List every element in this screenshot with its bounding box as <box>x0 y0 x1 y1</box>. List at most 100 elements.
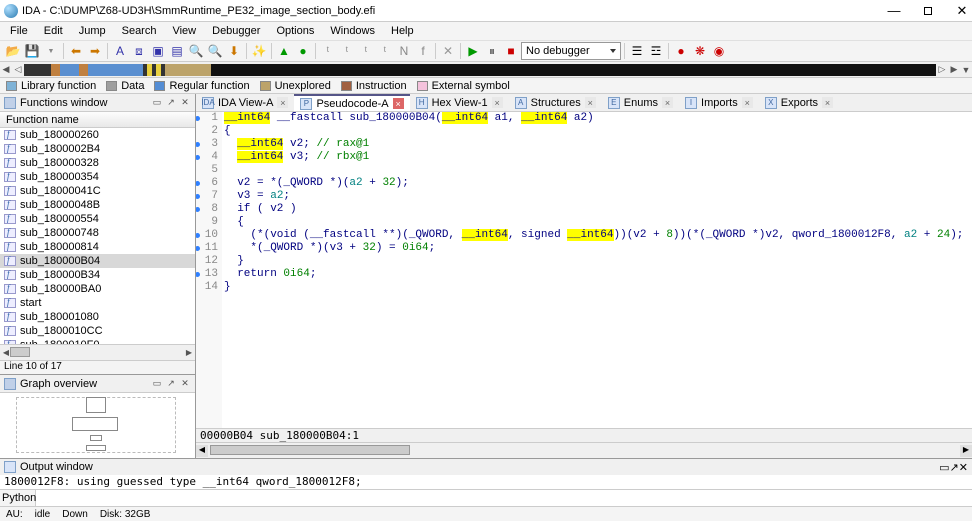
function-item[interactable]: sub_180000BA0 <box>0 282 195 296</box>
panel-close-icon[interactable]: ✕ <box>179 97 191 109</box>
code-line[interactable]: *(_QWORD *)(v3 + 32) = 0i64; <box>224 242 972 255</box>
panel-close-icon[interactable]: ✕ <box>179 378 191 390</box>
dropdown-toggle-icon[interactable]: ▼ <box>42 42 60 60</box>
forward-icon[interactable]: ➡ <box>86 42 104 60</box>
function-item[interactable]: sub_180000748 <box>0 226 195 240</box>
function-item[interactable]: sub_180000328 <box>0 156 195 170</box>
function-item[interactable]: sub_180000B34 <box>0 268 195 282</box>
function-item[interactable]: sub_180001080 <box>0 310 195 324</box>
panel-restore-icon[interactable]: ▭ <box>151 97 163 109</box>
code-line[interactable]: { <box>224 216 972 229</box>
code-line[interactable]: return 0i64; <box>224 268 972 281</box>
code-line[interactable]: } <box>224 255 972 268</box>
menu-debugger[interactable]: Debugger <box>206 24 266 38</box>
code-line[interactable]: __int64 v2; // rax@1 <box>224 138 972 151</box>
menu-search[interactable]: Search <box>116 24 163 38</box>
panel-popout-icon[interactable]: ↗ <box>165 378 177 390</box>
code-line[interactable]: v2 = *(_QWORD *)(a2 + 32); <box>224 177 972 190</box>
bp2-icon[interactable]: ❋ <box>691 42 709 60</box>
cfg1-icon[interactable]: ☰ <box>628 42 646 60</box>
code-line[interactable]: v3 = a2; <box>224 190 972 203</box>
play-icon[interactable]: ● <box>294 42 312 60</box>
menu-view[interactable]: View <box>166 24 202 38</box>
panel-popout-icon[interactable]: ↗ <box>165 97 177 109</box>
tab-close-icon[interactable]: × <box>585 97 596 108</box>
text-a-icon[interactable]: ᵗ <box>319 42 337 60</box>
menu-file[interactable]: File <box>4 24 34 38</box>
search2-icon[interactable]: 🔍 <box>206 42 224 60</box>
panel-restore-icon[interactable]: ▭ <box>939 461 949 474</box>
code-area[interactable]: __int64 __fastcall sub_180000B04(__int64… <box>222 112 972 428</box>
wand-icon[interactable]: ✨ <box>250 42 268 60</box>
cfg2-icon[interactable]: ☲ <box>647 42 665 60</box>
functions-hscroll[interactable]: ◀ ▶ <box>0 344 195 360</box>
nav-strip[interactable] <box>24 64 936 76</box>
back-icon[interactable]: ⬅ <box>67 42 85 60</box>
nav-menu-icon[interactable]: ▼ <box>960 65 972 75</box>
binary-icon[interactable]: ⧈ <box>130 42 148 60</box>
nav-left-icon[interactable]: ◀ <box>0 64 12 75</box>
python-input[interactable] <box>36 490 972 506</box>
tab-close-icon[interactable]: × <box>742 97 753 108</box>
function-item[interactable]: sub_180000354 <box>0 170 195 184</box>
panel-close-icon[interactable]: ✕ <box>959 461 968 474</box>
panel-popout-icon[interactable]: ↗ <box>950 461 959 474</box>
debug-stop-icon[interactable]: ■ <box>502 42 520 60</box>
text-e-icon[interactable]: N <box>395 42 413 60</box>
debug-play-icon[interactable]: ▶ <box>464 42 482 60</box>
open-icon[interactable]: 📂 <box>4 42 22 60</box>
nav-right2-icon[interactable]: ▶ <box>948 64 960 75</box>
text-f-icon[interactable]: f <box>414 42 432 60</box>
menu-options[interactable]: Options <box>270 24 320 38</box>
code-line[interactable]: if ( v2 ) <box>224 203 972 216</box>
output-text[interactable]: 1800012F8: using guessed type __int64 qw… <box>0 475 972 489</box>
function-item[interactable]: sub_18000048B <box>0 198 195 212</box>
tab-close-icon[interactable]: × <box>822 97 833 108</box>
function-item[interactable]: sub_180000B04 <box>0 254 195 268</box>
function-item[interactable]: sub_180000260 <box>0 128 195 142</box>
cross-icon[interactable]: ✕ <box>439 42 457 60</box>
menu-help[interactable]: Help <box>385 24 420 38</box>
function-item[interactable]: sub_18000041C <box>0 184 195 198</box>
tab-close-icon[interactable]: × <box>492 97 503 108</box>
debugger-select[interactable]: No debugger <box>521 42 621 60</box>
tab-enums[interactable]: EEnums× <box>602 94 679 111</box>
text-c-icon[interactable]: ᵗ <box>357 42 375 60</box>
tab-close-icon[interactable]: × <box>393 98 404 109</box>
code-hscroll[interactable]: ◀ ▶ <box>196 442 972 458</box>
window2-icon[interactable]: ▤ <box>168 42 186 60</box>
tab-structures[interactable]: AStructures× <box>509 94 602 111</box>
code-line[interactable] <box>224 164 972 177</box>
function-item[interactable]: sub_180000814 <box>0 240 195 254</box>
code-line[interactable]: } <box>224 281 972 294</box>
function-item[interactable]: start <box>0 296 195 310</box>
close-button[interactable]: ✕ <box>956 5 968 17</box>
menu-windows[interactable]: Windows <box>324 24 381 38</box>
tab-close-icon[interactable]: × <box>662 97 673 108</box>
code-line[interactable]: (*(void (__fastcall **)(_QWORD, __int64,… <box>224 229 972 242</box>
menu-jump[interactable]: Jump <box>73 24 112 38</box>
text-d-icon[interactable]: ᵗ <box>376 42 394 60</box>
tab-close-icon[interactable]: × <box>277 97 288 108</box>
python-label[interactable]: Python <box>0 490 36 506</box>
code-line[interactable]: __int64 __fastcall sub_180000B04(__int64… <box>224 112 972 125</box>
graph-canvas[interactable] <box>0 393 195 458</box>
code-line[interactable]: __int64 v3; // rbx@1 <box>224 151 972 164</box>
functions-column-header[interactable]: Function name <box>0 112 195 128</box>
window-icon[interactable]: ▣ <box>149 42 167 60</box>
code-line[interactable]: { <box>224 125 972 138</box>
function-item[interactable]: sub_1800002B4 <box>0 142 195 156</box>
panel-restore-icon[interactable]: ▭ <box>151 378 163 390</box>
functions-list[interactable]: sub_180000260sub_1800002B4sub_180000328s… <box>0 128 195 344</box>
text-icon[interactable]: A <box>111 42 129 60</box>
save-icon[interactable]: 💾 <box>23 42 41 60</box>
maximize-button[interactable] <box>922 5 934 17</box>
tab-exports[interactable]: XExports× <box>759 94 839 111</box>
tab-pseudocode-a[interactable]: PPseudocode-A× <box>294 94 409 111</box>
search-icon[interactable]: 🔍 <box>187 42 205 60</box>
tab-ida-view-a[interactable]: IDAIDA View-A× <box>196 94 294 111</box>
tab-imports[interactable]: IImports× <box>679 94 759 111</box>
down-icon[interactable]: ⬇ <box>225 42 243 60</box>
nav-left2-icon[interactable]: ◁ <box>12 64 24 75</box>
tab-hex-view-1[interactable]: HHex View-1× <box>410 94 509 111</box>
